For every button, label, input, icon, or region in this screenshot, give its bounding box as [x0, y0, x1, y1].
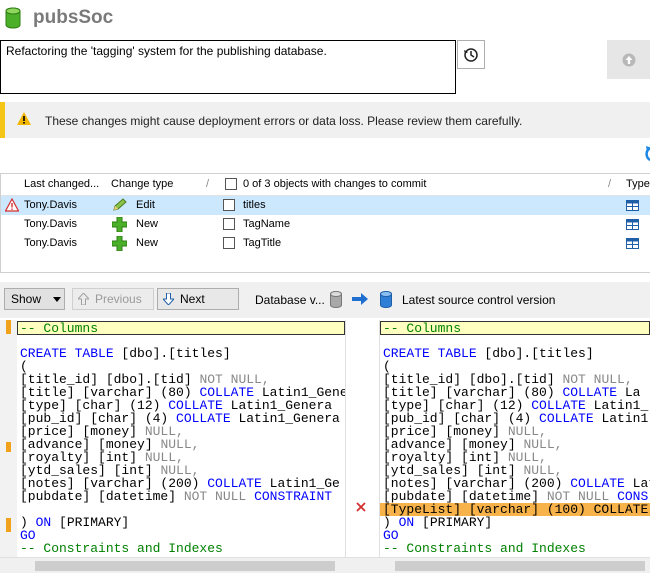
next-label: Next	[180, 292, 205, 306]
column-header-objects[interactable]: 0 of 3 objects with changes to commit	[243, 178, 426, 190]
next-button[interactable]: Next	[157, 288, 239, 310]
arrow-right-icon	[352, 293, 368, 305]
row-object-name: TagTitle	[243, 237, 282, 249]
history-icon	[464, 47, 478, 62]
table-icon	[626, 219, 639, 230]
warning-icon	[17, 112, 31, 125]
column-resize-handle[interactable]: /	[206, 178, 209, 190]
row-object-name: titles	[243, 199, 266, 211]
commit-message-input[interactable]: Refactoring the 'tagging' system for the…	[0, 40, 456, 94]
row-change-type: New	[136, 218, 159, 230]
table-row[interactable]: Tony.Davis New TagName	[1, 215, 650, 234]
error-icon	[5, 198, 19, 212]
warning-stripe	[0, 102, 5, 138]
title-bar: pubsSoc	[0, 0, 650, 38]
plus-icon	[112, 236, 127, 251]
scrollbar-thumb-right[interactable]	[395, 561, 645, 571]
code-line: -- Constraints and Indexes	[383, 541, 586, 556]
database-icon	[330, 291, 342, 308]
row-user: Tony.Davis	[24, 218, 77, 230]
changes-grid: Last changed... Change type / 0 of 3 obj…	[0, 173, 650, 273]
change-marker[interactable]	[6, 518, 11, 532]
row-checkbox[interactable]	[223, 218, 235, 230]
column-header-type[interactable]: Type	[626, 178, 650, 190]
arrow-down-icon	[163, 293, 174, 305]
code-line: CREATE TABLE [dbo].[titles]	[383, 346, 594, 361]
scrollbar-thumb-left[interactable]	[35, 561, 335, 571]
change-marker[interactable]	[6, 442, 11, 452]
plus-icon	[112, 217, 127, 232]
arrow-up-icon	[78, 293, 89, 305]
source-control-icon	[380, 291, 392, 308]
commit-button[interactable]	[607, 40, 650, 79]
diff-gutter	[0, 320, 17, 557]
code-line: -- Columns	[380, 321, 650, 335]
diff-view: -- Columns CREATE TABLE [dbo].[titles] (…	[0, 320, 650, 573]
app-title: pubsSoc	[33, 7, 114, 28]
close-icon[interactable]	[356, 502, 366, 512]
table-row[interactable]: Tony.Davis New TagTitle	[1, 234, 650, 253]
row-object-name: TagName	[243, 218, 291, 230]
row-user: Tony.Davis	[24, 237, 77, 249]
chevron-down-icon	[53, 296, 62, 302]
column-header-last-changed[interactable]: Last changed...	[24, 178, 99, 190]
column-header-change-type[interactable]: Change type	[111, 178, 173, 190]
code-line: -- Columns	[17, 321, 345, 335]
commit-history-button[interactable]	[457, 40, 485, 69]
code-line: CREATE TABLE [dbo].[titles]	[20, 346, 231, 361]
refresh-icon[interactable]	[640, 145, 650, 163]
change-marker[interactable]	[6, 320, 11, 334]
left-source-label: Database v...	[255, 293, 325, 307]
horizontal-scrollbar[interactable]	[0, 557, 650, 573]
row-checkbox[interactable]	[223, 237, 235, 249]
column-resize-handle[interactable]: /	[608, 178, 611, 190]
upload-icon	[622, 53, 635, 66]
diff-pane-right[interactable]: -- Columns CREATE TABLE [dbo].[titles] (…	[380, 320, 650, 557]
table-icon	[626, 238, 639, 249]
previous-button[interactable]: Previous	[72, 288, 154, 310]
warning-text: These changes might cause deployment err…	[45, 114, 523, 128]
show-dropdown[interactable]: Show	[4, 288, 65, 310]
code-line: [pubdate] [datetime] NOT NULL CONSTRAINT	[20, 489, 333, 504]
row-user: Tony.Davis	[24, 199, 77, 211]
diff-toolbar: Show Previous Next Database v... Latest …	[0, 282, 650, 318]
table-icon	[626, 200, 639, 211]
select-all-checkbox[interactable]	[225, 178, 237, 190]
warning-banner: These changes might cause deployment err…	[0, 102, 650, 138]
row-change-type: New	[136, 237, 159, 249]
row-change-type: Edit	[136, 199, 155, 211]
show-label: Show	[11, 292, 42, 306]
row-checkbox[interactable]	[223, 199, 235, 211]
grid-header: Last changed... Change type / 0 of 3 obj…	[1, 174, 650, 196]
diff-pane-left[interactable]: -- Columns CREATE TABLE [dbo].[titles] (…	[17, 320, 345, 557]
previous-label: Previous	[95, 292, 142, 306]
right-source-label: Latest source control version	[402, 293, 556, 307]
pencil-icon	[113, 198, 127, 211]
database-icon	[5, 7, 21, 29]
table-row[interactable]: Tony.Davis Edit titles	[1, 196, 650, 215]
code-line: -- Constraints and Indexes	[20, 541, 223, 556]
diff-separator	[345, 320, 380, 557]
